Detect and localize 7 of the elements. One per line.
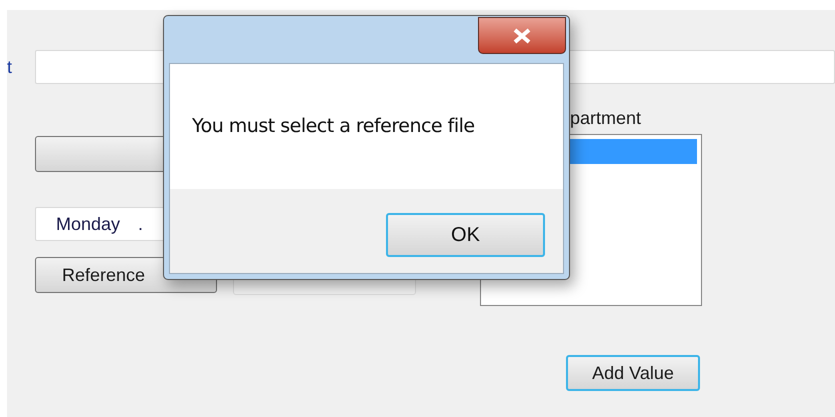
close-icon (513, 28, 531, 44)
dialog-message: You must select a reference file (192, 114, 475, 140)
list-label: partment (570, 108, 642, 128)
ok-button[interactable]: OK (386, 213, 545, 257)
add-value-button[interactable]: Add Value (566, 355, 700, 391)
field-label: t (7, 56, 14, 78)
close-button[interactable] (478, 17, 566, 54)
